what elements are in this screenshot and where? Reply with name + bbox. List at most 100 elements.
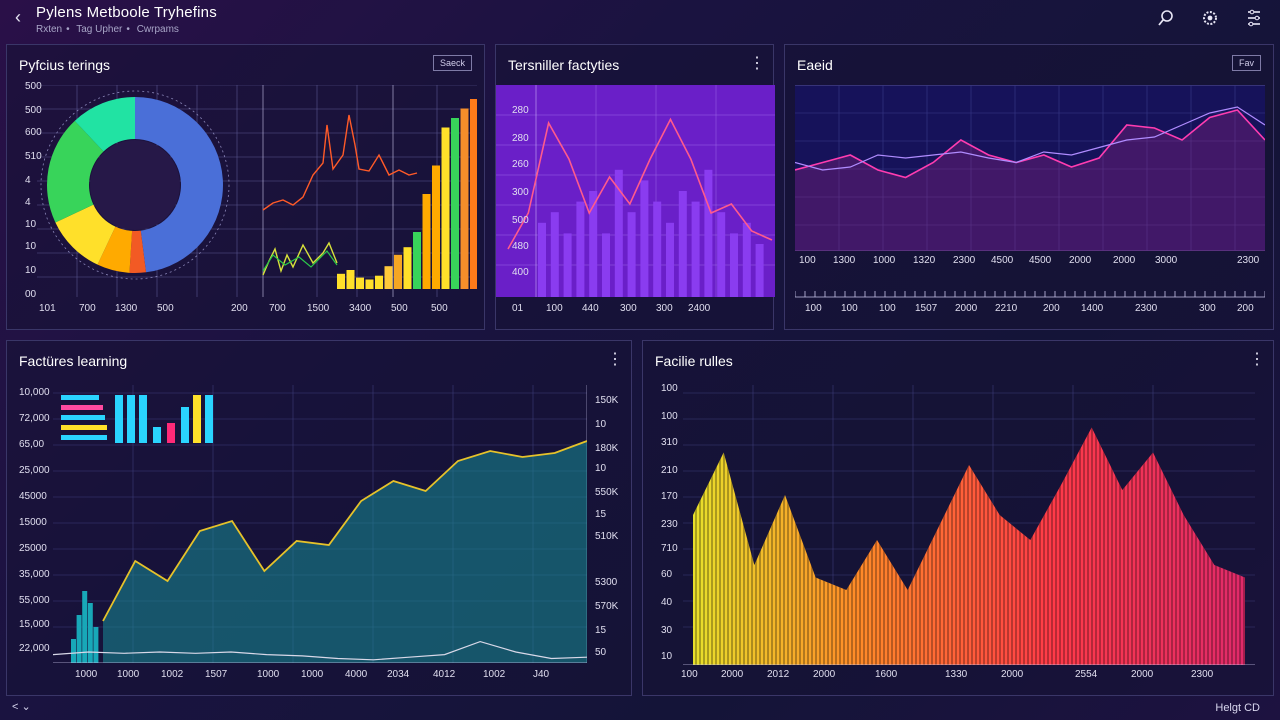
tick-rail	[795, 291, 1265, 298]
y-tick-label: 10	[595, 463, 607, 474]
x-tick-label: 1320	[913, 255, 936, 266]
panel-action-button[interactable]: Saeck	[432, 55, 472, 71]
y-tick-label: 15	[595, 625, 607, 636]
x-tick-label: 2000	[721, 669, 744, 680]
x-tick-label: 1600	[875, 669, 898, 680]
bar	[550, 212, 559, 297]
x-tick-label: 101	[39, 303, 56, 314]
x-tick-label: 1507	[915, 303, 938, 314]
x-tick-label: 2012	[767, 669, 790, 680]
donut-hole	[90, 140, 180, 230]
panel-chart	[683, 385, 1255, 665]
bar	[93, 627, 99, 663]
bar	[394, 254, 402, 289]
x-tick-label: 1000	[301, 669, 324, 680]
panel-title: Factüres learning	[19, 353, 128, 369]
bar	[653, 201, 662, 297]
x-tick-label: 100	[805, 303, 822, 314]
back-icon[interactable]: ‹	[8, 6, 28, 28]
x-tick-label: 1002	[483, 669, 506, 680]
x-tick-label: 1002	[161, 669, 184, 680]
bar	[346, 270, 355, 289]
search-icon[interactable]	[1156, 8, 1176, 28]
bar	[356, 277, 364, 289]
panel-eaeid: Eaeid Fav 100 1300 1000 1320 2300 4500 4…	[784, 44, 1274, 330]
y-tick-label: 500	[512, 215, 529, 226]
y-tick-label: 600	[25, 127, 42, 138]
bar	[460, 108, 469, 289]
y-tick-label: 10	[25, 265, 37, 276]
panel-facilie-rulles: Facilie rulles ⋮ 100 100 310 210 170 230…	[642, 340, 1274, 696]
y-tick-label: 10	[25, 241, 37, 252]
x-tick-label: 100	[546, 303, 563, 314]
x-tick-label: 1400	[1081, 303, 1104, 314]
bar	[432, 165, 440, 289]
bar	[71, 639, 76, 663]
y-tick-label: 500	[25, 81, 42, 92]
x-tick-label: 4500	[1029, 255, 1052, 266]
y-tick-label: 15,000	[19, 619, 50, 630]
series-line-orange	[262, 114, 418, 211]
x-tick-label: 100	[799, 255, 816, 266]
y-tick-label: 50	[595, 647, 607, 658]
panel-factures-learning: Factüres learning ⋮ 10,000 72,000 65,00 …	[6, 340, 632, 696]
y-tick-label: 40	[661, 597, 673, 608]
y-tick-label: 510K	[595, 531, 619, 542]
y-tick-label: 300	[512, 187, 529, 198]
footer-status: Helgt CD	[1215, 702, 1260, 714]
legend-swatches	[61, 395, 213, 443]
y-tick-label: 65,00	[19, 439, 45, 450]
x-tick-label: 1300	[833, 255, 856, 266]
x-tick-label: 2300	[1191, 669, 1214, 680]
x-tick-label: 2210	[995, 303, 1018, 314]
bar	[365, 279, 374, 289]
bar	[602, 233, 610, 297]
x-tick-label: 500	[391, 303, 408, 314]
x-tick-label: 700	[79, 303, 96, 314]
x-tick-label: 01	[512, 303, 524, 314]
x-tick-label: 2300	[953, 255, 976, 266]
x-tick-label: 1000	[117, 669, 140, 680]
more-menu-icon[interactable]: ⋮	[749, 55, 765, 73]
series-area	[103, 441, 587, 663]
series-area-stripes	[693, 427, 1245, 665]
x-tick-label: 1000	[257, 669, 280, 680]
y-tick-label: 55,000	[19, 595, 50, 606]
y-tick-label: 570K	[595, 601, 619, 612]
x-tick-label: 4000	[345, 669, 368, 680]
y-tick-label: 550K	[595, 487, 619, 498]
series-line-green	[262, 250, 338, 272]
panel-action-button[interactable]: Fav	[1231, 55, 1261, 71]
bar	[384, 266, 393, 289]
bar	[403, 247, 412, 289]
breadcrumb-item[interactable]: Cwrpams	[137, 24, 179, 35]
panel-title: Pyfcius terings	[19, 57, 111, 73]
x-tick-label: 3400	[349, 303, 372, 314]
gear-icon[interactable]	[1200, 8, 1220, 28]
x-tick-label: 2000	[1131, 669, 1154, 680]
bar	[87, 603, 93, 663]
breadcrumb-item[interactable]: Tag Upher	[76, 24, 122, 35]
x-tick-label: 4500	[991, 255, 1014, 266]
breadcrumb-item[interactable]: Rxten	[36, 24, 62, 35]
y-tick-label: 72,000	[19, 413, 50, 424]
y-tick-label: 45000	[19, 491, 47, 502]
bar	[704, 169, 713, 297]
bar	[413, 232, 421, 289]
panel-tersniller-factyties: Tersniller factyties ⋮ 280 280 260 300 5…	[495, 44, 775, 330]
y-tick-label: 22,000	[19, 643, 50, 654]
top-icon-group	[1156, 8, 1264, 28]
collapse-control[interactable]: < ⌄	[12, 700, 31, 713]
more-menu-icon[interactable]: ⋮	[1249, 351, 1265, 369]
settings-sliders-icon[interactable]	[1244, 8, 1264, 28]
y-tick-label: 260	[512, 159, 529, 170]
bar	[422, 194, 431, 289]
x-tick-label: 200	[231, 303, 248, 314]
y-tick-label: 5300	[595, 577, 618, 588]
x-tick-label: 500	[431, 303, 448, 314]
y-tick-label: 30	[661, 625, 673, 636]
more-menu-icon[interactable]: ⋮	[607, 351, 623, 369]
y-tick-label: 100	[661, 411, 678, 422]
x-tick-label: 300	[1199, 303, 1216, 314]
y-tick-label: 480	[512, 241, 529, 252]
